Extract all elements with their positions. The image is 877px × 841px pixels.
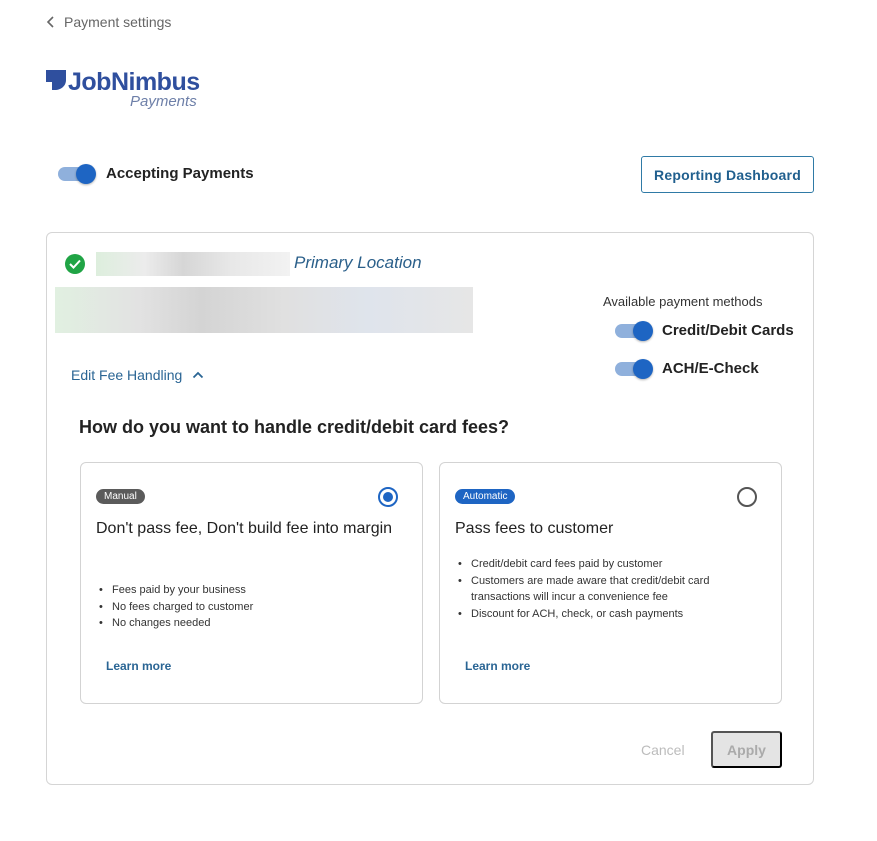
status-badge: Manual (96, 489, 145, 504)
location-card: Primary Location Available payment metho… (46, 232, 814, 785)
ach-echeck-toggle[interactable] (615, 359, 653, 379)
apply-button[interactable]: Apply (711, 731, 782, 768)
option-title: Don't pass fee, Don't build fee into mar… (96, 520, 393, 537)
fee-option-automatic[interactable]: Automatic Pass fees to customer Credit/d… (439, 462, 782, 704)
logo-mark-icon (46, 70, 66, 90)
option-bullets: Credit/debit card fees paid by customer … (455, 556, 745, 622)
check-circle-icon (65, 254, 85, 274)
logo-subtitle: Payments (130, 93, 197, 110)
edit-fee-handling-label: Edit Fee Handling (71, 367, 183, 383)
chevron-up-icon (193, 371, 204, 379)
primary-location-label: Primary Location (294, 253, 422, 272)
accepting-payments-toggle[interactable] (58, 164, 96, 184)
reporting-dashboard-button[interactable]: Reporting Dashboard (641, 156, 814, 193)
back-link-label: Payment settings (64, 14, 172, 30)
payment-method-label: Credit/Debit Cards (662, 321, 794, 339)
accepting-payments-label: Accepting Payments (106, 164, 254, 182)
jobnimbus-payments-logo: JobNimbus Payments (46, 68, 216, 112)
payment-method-ach: ACH/E-Check (615, 359, 759, 379)
back-to-payment-settings[interactable]: Payment settings (46, 14, 171, 30)
accepting-payments-row: Accepting Payments (58, 164, 254, 184)
edit-fee-handling-toggle[interactable]: Edit Fee Handling (71, 367, 204, 383)
credit-debit-cards-toggle[interactable] (615, 321, 653, 341)
fee-option-manual[interactable]: Manual Don't pass fee, Don't build fee i… (80, 462, 423, 704)
radio-automatic[interactable] (737, 487, 757, 507)
redacted-location-name (96, 252, 290, 276)
list-item: Fees paid by your business (96, 582, 253, 599)
list-item: No changes needed (96, 615, 253, 632)
status-badge: Automatic (455, 489, 516, 504)
list-item: Discount for ACH, check, or cash payment… (455, 606, 745, 623)
option-bullets: Fees paid by your business No fees charg… (96, 582, 253, 632)
radio-manual[interactable] (378, 487, 398, 507)
learn-more-link[interactable]: Learn more (465, 659, 530, 673)
cancel-button[interactable]: Cancel (641, 742, 685, 758)
payment-methods-title: Available payment methods (603, 294, 763, 309)
redacted-location-address (55, 287, 473, 333)
list-item: Customers are made aware that credit/deb… (455, 573, 745, 606)
payment-method-cards: Credit/Debit Cards (615, 321, 794, 341)
list-item: Credit/debit card fees paid by customer (455, 556, 745, 573)
fee-question: How do you want to handle credit/debit c… (79, 417, 510, 437)
chevron-left-icon (46, 16, 54, 28)
learn-more-link[interactable]: Learn more (106, 659, 171, 673)
list-item: No fees charged to customer (96, 599, 253, 616)
payment-method-label: ACH/E-Check (662, 359, 759, 377)
option-title: Pass fees to customer (455, 520, 614, 537)
